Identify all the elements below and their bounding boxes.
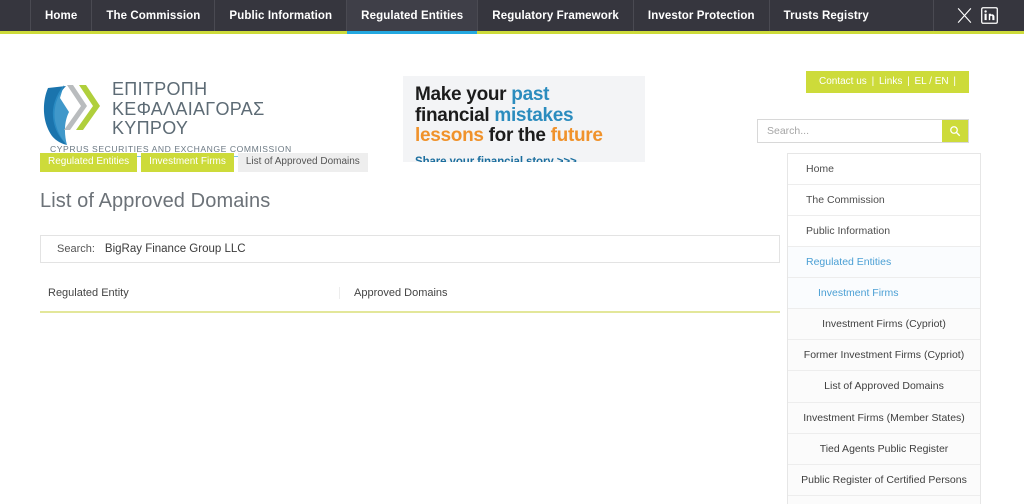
sidebar-item-former-investment-firms-cypriot[interactable]: Former Investment Firms (Cypriot): [788, 340, 980, 372]
table-column-approved-domains[interactable]: Approved Domains: [340, 287, 780, 299]
table-search-label: Search:: [57, 243, 95, 255]
contact-us-link[interactable]: Contact us: [818, 76, 868, 87]
page-title: List of Approved Domains: [40, 190, 271, 212]
breadcrumb: Regulated Entities Investment Firms List…: [40, 153, 780, 172]
cysec-logo-icon: [43, 85, 100, 145]
logo-greek-text: ΕΠΙΤΡΟΠΗ ΚΕΦΑΛΑΙΑΓΟΡΑΣ ΚΥΠΡΟΥ: [112, 79, 265, 138]
nav-label: Investor Protection: [647, 9, 755, 22]
banner-text-past: past: [511, 84, 550, 105]
nav-item-trusts-registry[interactable]: Trusts Registry: [768, 0, 883, 31]
table-search-row: Search:: [40, 235, 780, 263]
table-body: [40, 313, 780, 503]
nav-item-the-commission[interactable]: The Commission: [91, 0, 214, 31]
page-body: Regulated Entities Investment Firms List…: [0, 142, 1024, 504]
sidebar-item-regulated-entities[interactable]: Regulated Entities: [788, 247, 980, 279]
nav-label: Regulated Entities: [361, 9, 464, 22]
sidebar-item-list-of-approved-domains[interactable]: List of Approved Domains: [788, 371, 980, 403]
nav-left-spacer: [0, 0, 30, 31]
sidebar-item-investment-firms[interactable]: Investment Firms: [788, 278, 980, 310]
nav-item-home[interactable]: Home: [30, 0, 91, 31]
nav-item-public-information[interactable]: Public Information: [214, 0, 346, 31]
site-search-input[interactable]: [758, 120, 942, 142]
main-content: Regulated Entities Investment Firms List…: [40, 142, 780, 503]
site-header: ΕΠΙΤΡΟΠΗ ΚΕΦΑΛΑΙΑΓΟΡΑΣ ΚΥΠΡΟΥ CYPRUS SEC…: [0, 34, 1024, 162]
utility-bar: Contact us | Links | EL / EN |: [806, 71, 969, 93]
nav-label: Home: [45, 9, 78, 22]
breadcrumb-item-list-of-approved-domains[interactable]: List of Approved Domains: [237, 153, 368, 172]
top-navigation-bar: Home The Commission Public Information R…: [0, 0, 1024, 34]
approved-domains-table: Regulated Entity Approved Domains: [40, 287, 780, 503]
nav-label: Regulatory Framework: [492, 9, 619, 22]
sidebar-item-public-register-of-certified-persons[interactable]: Public Register of Certified Persons: [788, 464, 980, 496]
nav-item-investor-protection[interactable]: Investor Protection: [632, 0, 769, 31]
sidebar-item-crypto-asset-services-providers[interactable]: Crypto Asset Services Providers (CASP): [788, 495, 980, 504]
banner-text-mistakes: mistakes: [494, 104, 574, 126]
social-links: [933, 0, 1024, 31]
sidebar-item-tied-agents-public-register[interactable]: Tied Agents Public Register: [788, 433, 980, 465]
site-search-button[interactable]: [942, 120, 968, 142]
utility-separator-2: |: [907, 76, 910, 87]
banner-text-make-your: Make your: [415, 84, 512, 105]
x-twitter-icon[interactable]: [956, 7, 973, 24]
site-search: [757, 119, 969, 143]
nav-label: Trusts Registry: [783, 9, 869, 22]
banner-text-financial: financial: [415, 104, 495, 126]
sidebar-item-home[interactable]: Home: [788, 154, 980, 186]
nav-item-regulatory-framework[interactable]: Regulatory Framework: [477, 0, 633, 31]
nav-label: The Commission: [106, 9, 201, 22]
utility-separator-3: |: [953, 76, 956, 87]
sidebar-menu: Home The Commission Public Information R…: [787, 153, 981, 504]
breadcrumb-item-regulated-entities[interactable]: Regulated Entities: [40, 153, 138, 172]
language-switcher[interactable]: EL / EN: [914, 76, 950, 87]
banner-line-1: Make your past: [415, 84, 645, 106]
table-header-row: Regulated Entity Approved Domains: [40, 287, 780, 313]
sidebar-item-public-information[interactable]: Public Information: [788, 216, 980, 248]
search-icon: [950, 126, 961, 137]
utility-separator-1: |: [871, 76, 875, 87]
table-column-regulated-entity[interactable]: Regulated Entity: [40, 287, 340, 299]
nav-item-regulated-entities[interactable]: Regulated Entities: [346, 0, 478, 34]
links-link[interactable]: Links: [878, 76, 903, 87]
nav-label: Public Information: [229, 9, 333, 22]
sidebar-item-the-commission[interactable]: The Commission: [788, 185, 980, 217]
sidebar-item-investment-firms-cypriot[interactable]: Investment Firms (Cypriot): [788, 309, 980, 341]
table-search-input[interactable]: [104, 243, 779, 255]
linkedin-icon[interactable]: [981, 7, 998, 24]
sidebar-item-investment-firms-member-states[interactable]: Investment Firms (Member States): [788, 402, 980, 434]
banner-line-2: financial mistakes: [415, 104, 645, 127]
breadcrumb-item-investment-firms[interactable]: Investment Firms: [141, 153, 234, 172]
